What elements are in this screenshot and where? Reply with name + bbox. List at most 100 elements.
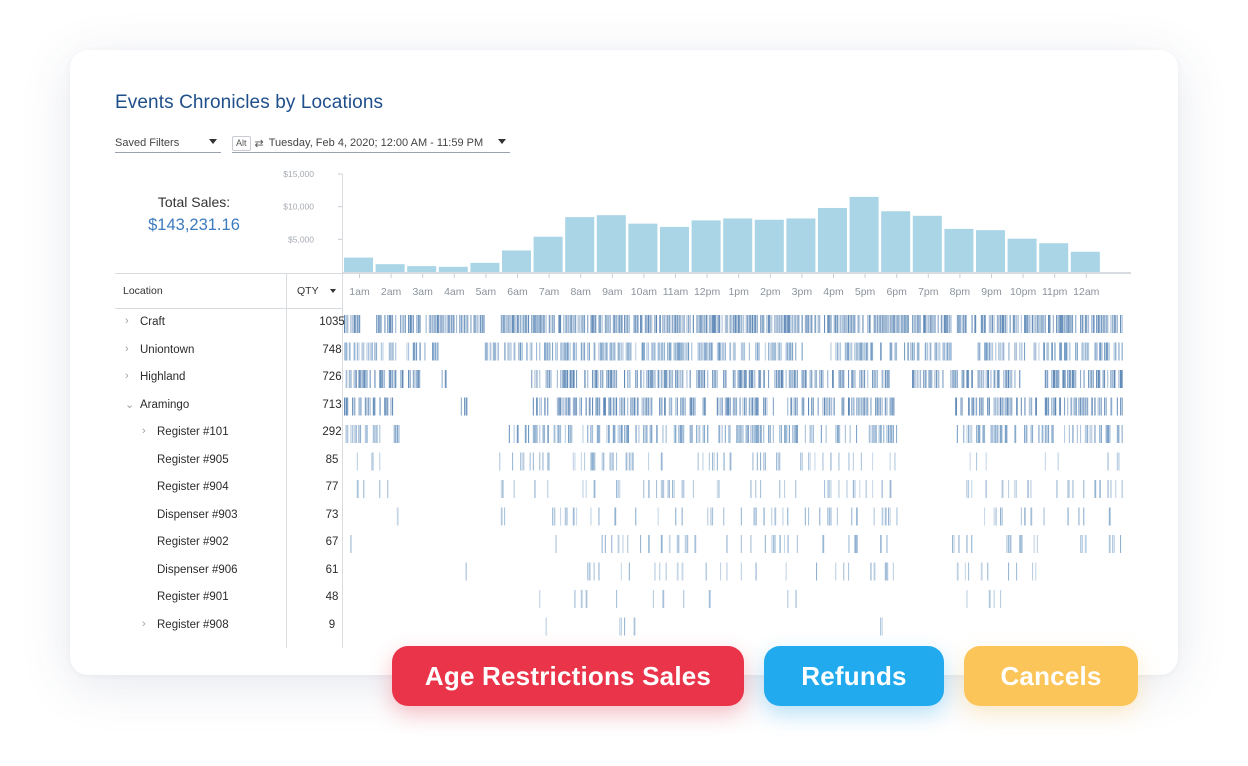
row-qty: 292: [322, 426, 342, 438]
event-tick: [1048, 342, 1050, 361]
event-tick: [617, 342, 620, 361]
event-tick: [1088, 370, 1090, 388]
refunds-badge[interactable]: Refunds: [764, 646, 944, 706]
event-tick: [433, 342, 436, 361]
event-tick: [956, 370, 958, 388]
event-tick: [843, 370, 845, 388]
event-tick: [724, 397, 727, 416]
row-location-name: Highland: [140, 371, 186, 383]
event-tick: [998, 342, 1000, 361]
table-row[interactable]: Register #904 77: [115, 478, 345, 498]
cancels-badge[interactable]: Cancels: [964, 646, 1138, 706]
event-tick: [787, 590, 789, 608]
location-column-header[interactable]: Location: [123, 285, 163, 297]
event-tick: [862, 342, 864, 361]
sort-caret-icon[interactable]: [330, 289, 336, 293]
chevron-right-icon[interactable]: ›: [142, 618, 146, 630]
event-tick: [740, 315, 742, 333]
event-tick: [576, 342, 578, 361]
event-tick: [1081, 315, 1084, 333]
table-row[interactable]: › Uniontown 748: [115, 341, 345, 361]
table-row[interactable]: Register #902 67: [115, 533, 345, 553]
event-tick: [560, 370, 562, 388]
event-tick: [681, 480, 683, 498]
event-tick: [539, 452, 541, 471]
table-row[interactable]: Register #905 85: [115, 451, 345, 471]
chevron-right-icon[interactable]: ›: [142, 425, 146, 437]
event-tick: [963, 315, 965, 333]
event-tick: [740, 370, 742, 388]
event-tick: [699, 342, 701, 361]
event-tick: [924, 370, 927, 388]
chevron-right-icon[interactable]: ›: [125, 370, 129, 382]
bar: [407, 266, 437, 272]
event-tick: [552, 507, 554, 526]
event-tick: [678, 425, 680, 443]
event-tick: [656, 315, 658, 333]
event-tick: [916, 370, 918, 388]
event-tick: [809, 370, 811, 388]
chevron-down-icon[interactable]: ⌄: [125, 398, 134, 411]
event-tick: [872, 342, 874, 361]
event-tick: [686, 535, 689, 553]
event-tick: [680, 397, 682, 416]
event-tick: [886, 397, 888, 416]
qty-column-header[interactable]: QTY: [297, 285, 319, 297]
table-row[interactable]: Dispenser #906 61: [115, 561, 345, 581]
event-tick: [681, 507, 683, 526]
table-row[interactable]: ⌄ Aramingo 713: [115, 396, 345, 416]
x-tick-label: 6am: [507, 286, 528, 298]
event-tick: [996, 425, 998, 443]
event-tick: [889, 315, 892, 333]
event-tick: [609, 452, 611, 471]
event-tick: [963, 370, 965, 388]
row-location-name: Craft: [140, 316, 165, 328]
event-tick: [889, 452, 891, 471]
x-tick-label: 2pm: [760, 286, 781, 298]
table-row[interactable]: Dispenser #903 73: [115, 506, 345, 526]
event-tick: [852, 452, 854, 471]
event-tick: [707, 370, 709, 388]
event-tick: [624, 397, 626, 416]
event-tick: [620, 315, 623, 333]
event-tick: [1084, 397, 1086, 416]
event-tick: [713, 370, 715, 388]
table-row[interactable]: › Craft 1035: [115, 313, 345, 333]
event-tick: [1110, 480, 1112, 498]
event-tick: [1056, 370, 1058, 388]
table-row[interactable]: Register #901 48: [115, 588, 345, 608]
chevron-right-icon[interactable]: ›: [125, 315, 129, 327]
event-tick: [814, 315, 817, 333]
age-restrictions-badge[interactable]: Age Restrictions Sales: [392, 646, 744, 706]
event-tick: [1014, 370, 1016, 388]
event-tick: [692, 480, 694, 498]
event-tick: [654, 342, 656, 361]
event-tick: [929, 342, 932, 361]
event-tick: [729, 397, 731, 416]
event-tick: [712, 452, 714, 471]
event-tick: [568, 315, 570, 333]
event-tick: [1091, 425, 1093, 443]
event-tick: [931, 370, 933, 388]
event-tick: [745, 397, 747, 416]
event-tick: [838, 370, 841, 388]
event-tick: [840, 315, 842, 333]
event-tick: [971, 370, 973, 388]
event-tick: [771, 342, 773, 361]
x-tick-label: 12am: [1073, 286, 1100, 298]
event-tick: [643, 425, 645, 443]
table-row[interactable]: › Register #101 292: [115, 423, 345, 443]
table-row[interactable]: › Highland 726: [115, 368, 345, 388]
event-tick: [689, 370, 691, 388]
event-tick: [835, 342, 837, 361]
event-tick: [558, 315, 561, 333]
event-tick: [680, 342, 682, 361]
event-tick: [542, 452, 544, 471]
chevron-right-icon[interactable]: ›: [125, 343, 129, 355]
table-row[interactable]: › Register #908 9: [115, 616, 345, 636]
event-tick: [1080, 370, 1082, 388]
event-tick: [708, 452, 710, 471]
event-tick: [571, 315, 573, 333]
event-tick: [1006, 535, 1008, 553]
event-tick: [993, 370, 996, 388]
